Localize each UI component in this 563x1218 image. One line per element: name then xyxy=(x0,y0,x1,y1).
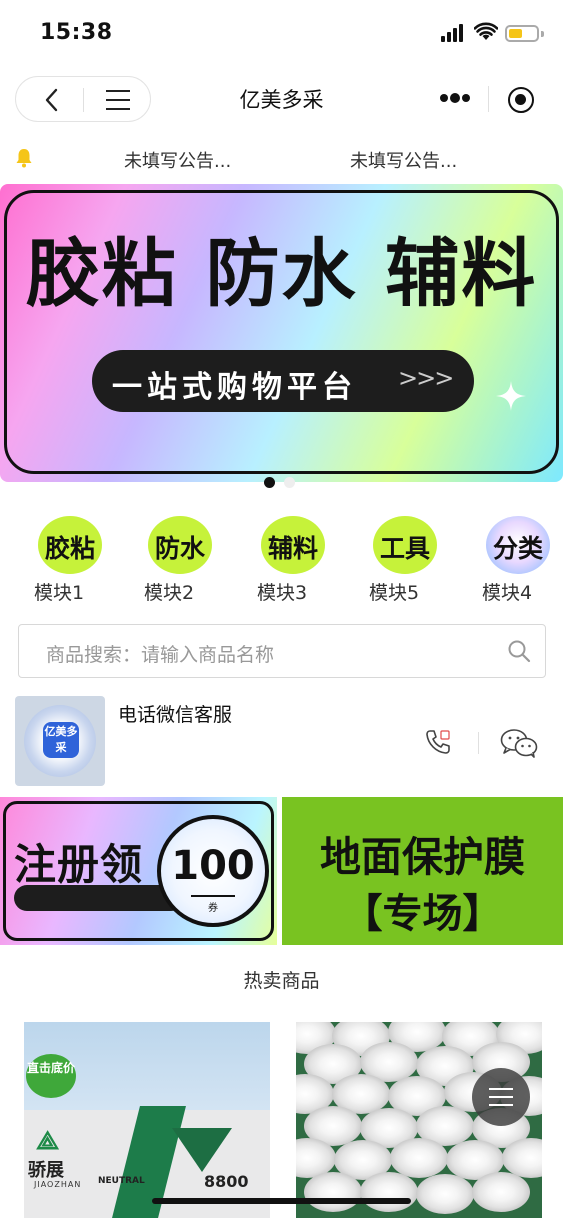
service-title: 电话微信客服 xyxy=(118,704,233,726)
brand-logo-icon: ⟁ xyxy=(36,1126,60,1156)
battery-icon xyxy=(505,25,544,42)
banner-title: 胶粘 防水 辅料 xyxy=(25,231,538,317)
notice-item[interactable]: 未填写公告... xyxy=(350,147,457,173)
sparkle-icon xyxy=(496,381,526,411)
search-placeholder: 商品搜索：请输入商品名称 xyxy=(46,644,275,666)
qr-logo: 亿美多采 xyxy=(43,722,79,758)
category-row: 胶粘 模块1 防水 模块2 辅料 模块3 工具 模块5 分类 模块4 xyxy=(0,512,563,612)
category-label: 模块2 xyxy=(143,582,195,604)
category-item[interactable]: 胶粘 模块1 xyxy=(26,512,116,608)
category-item[interactable]: 工具 模块5 xyxy=(361,512,451,608)
close-miniprogram-icon[interactable] xyxy=(508,87,534,113)
category-badge: 辅料 xyxy=(267,534,318,563)
category-label: 模块4 xyxy=(481,582,533,604)
category-badge: 分类 xyxy=(492,534,543,563)
hero-banner[interactable]: 胶粘 防水 辅料 一站式购物平台 >>> xyxy=(0,184,563,482)
promo-floor-film[interactable]: 地面保护膜 【专场】 xyxy=(282,797,563,945)
category-item[interactable]: 分类 模块4 xyxy=(474,512,563,608)
category-item[interactable]: 辅料 模块3 xyxy=(249,512,339,608)
category-label: 模块3 xyxy=(256,582,308,604)
promo-floor-title: 地面保护膜 xyxy=(320,833,525,881)
home-indicator xyxy=(152,1198,411,1204)
search-icon[interactable] xyxy=(507,639,531,663)
category-label: 模块5 xyxy=(368,582,420,604)
notice-item[interactable]: 未填写公告... xyxy=(124,147,231,173)
wechat-icon[interactable] xyxy=(500,728,538,758)
coupon-badge: 100 券 xyxy=(157,815,269,927)
banner-arrows: >>> xyxy=(398,364,454,392)
product-brand: 骄展 xyxy=(28,1160,64,1181)
banner-pagination xyxy=(262,477,302,489)
wifi-icon xyxy=(474,22,498,40)
qr-code-image[interactable]: 亿美多采 xyxy=(15,696,105,786)
category-badge: 胶粘 xyxy=(44,534,95,563)
product-variant: NEUTRAL xyxy=(98,1176,145,1186)
notice-bar: 未填写公告... 未填写公告... xyxy=(0,138,563,178)
banner-cta[interactable]: 一站式购物平台 >>> xyxy=(92,350,474,412)
banner-subtitle: 一站式购物平台 xyxy=(112,370,357,405)
nav-bar: 亿美多采 xyxy=(0,70,563,128)
promo-register-coupon[interactable]: 注册领 100 券 xyxy=(0,797,277,945)
category-item[interactable]: 防水 模块2 xyxy=(136,512,226,608)
status-bar: 15:38 xyxy=(0,0,563,68)
coupon-value: 100 xyxy=(171,843,255,889)
signal-icon xyxy=(441,24,467,42)
pagination-dot[interactable] xyxy=(284,477,295,488)
promo-register-text: 注册领 xyxy=(14,840,144,889)
category-label: 模块1 xyxy=(33,582,85,604)
coupon-unit: 券 xyxy=(208,903,218,914)
product-code: 8800 xyxy=(204,1172,249,1191)
bell-icon xyxy=(16,149,32,168)
price-badge: 直击底价 xyxy=(26,1054,76,1098)
hot-section-title: 热卖商品 xyxy=(243,970,320,992)
product-card[interactable]: 直击底价 ⟁ 骄展 JIAOZHAN NEUTRAL 8800 xyxy=(24,1022,270,1218)
pagination-dot-active[interactable] xyxy=(264,477,275,488)
promo-floor-subtitle: 【专场】 xyxy=(342,891,503,937)
page-title: 亿美多采 xyxy=(239,88,324,112)
status-time: 15:38 xyxy=(40,20,113,45)
product-brand-en: JIAOZHAN xyxy=(34,1180,82,1189)
floating-menu-button[interactable] xyxy=(472,1068,530,1126)
customer-service-card: 亿美多采 电话微信客服 xyxy=(0,692,563,790)
category-badge: 防水 xyxy=(154,534,205,563)
more-icon[interactable] xyxy=(440,93,470,104)
search-input[interactable]: 商品搜索：请输入商品名称 xyxy=(18,624,546,678)
phone-icon[interactable] xyxy=(424,728,452,756)
category-badge: 工具 xyxy=(379,534,430,563)
